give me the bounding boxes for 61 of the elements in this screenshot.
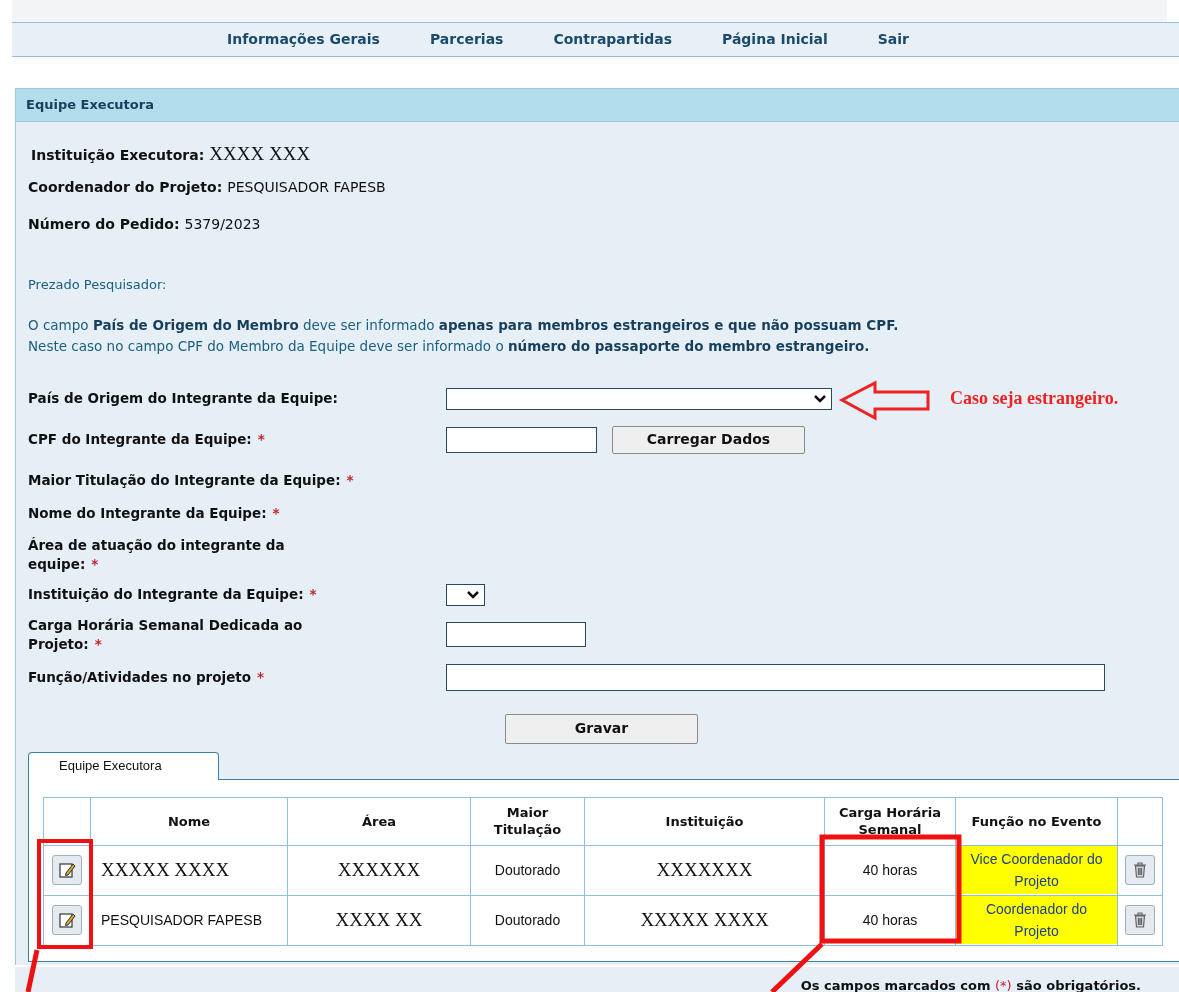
greeting-text: Prezado Pesquisador: [28,276,168,294]
field-label: Coordenador do Projeto: [28,178,223,197]
arrow-icon [838,380,930,421]
trash-icon [1131,911,1149,929]
column-header: Área [361,813,397,829]
field-value: PESQUISADOR FAPESB [227,178,386,197]
field-label: Número do Pedido: [28,215,180,234]
select-field[interactable] [446,583,485,606]
notice-text: Neste caso no campo CPF do Membro da Equipe deve ser informado o número do passaporte do membro estrangeiro. [28,336,871,356]
field-value: 5379/2023 [184,215,261,234]
table-cell: XXXX XX [335,908,423,930]
role-cell: Coordenador do Projeto [956,896,1117,944]
table-cell: 40 horas [862,861,918,878]
column-header: Carga Horária Semanal [839,805,941,837]
edit-button[interactable] [52,905,82,935]
notice-text: O campo País de Origem do Membro deve ser informado apenas para membros estrangeiros e que não possuam CPF. [28,315,900,335]
role-cell: Vice Coordenador do Projeto [956,846,1117,894]
table-cell: XXXXX XXXX [101,858,230,880]
column-header: Maior Titulação [493,805,562,837]
save-button[interactable]: Gravar [505,713,698,744]
column-header: Nome [167,813,211,829]
field-label: Instituição do Integrante da Equipe: * [28,585,318,604]
nav-link[interactable]: Informações Gerais [227,29,380,50]
input-field[interactable] [446,426,597,453]
field-label: Carga Horária Semanal Dedicada ao Projeto: * [28,615,304,654]
nav-link[interactable]: Sair [877,29,909,50]
table-cell: XXXXX XXXX [640,908,769,930]
select-field[interactable] [446,387,832,410]
table-cell: Doutorado [494,911,561,928]
field-label: Área de atuação do integrante da equipe: * [28,535,286,574]
edit-button[interactable] [52,855,82,885]
nav-link[interactable]: Contrapartidas [553,29,672,50]
delete-button[interactable] [1125,855,1155,885]
load-data-button[interactable]: Carregar Dados [612,425,805,454]
pencil-note-icon [58,911,76,929]
field-label: Maior Titulação do Integrante da Equipe: * [28,471,354,490]
table-cell: 40 horas [862,911,918,928]
input-field[interactable] [446,664,1105,691]
chevron-down-icon [466,589,480,600]
field-label: Nome do Integrante da Equipe: * [28,504,280,523]
table-cell: PESQUISADOR FAPESB [101,911,263,928]
field-label: País de Origem do Integrante da Equipe: [28,389,339,408]
field-label: Instituição Executora: [31,146,205,165]
column-header: Instituição [665,813,744,829]
tab[interactable]: Equipe Executora [28,751,219,780]
delete-button[interactable] [1125,905,1155,935]
input-field[interactable] [446,622,586,647]
trash-icon [1131,861,1149,879]
field-label: CPF do Integrante da Equipe: * [28,430,266,449]
column-header: Função no Evento [971,813,1102,829]
table-cell: XXXXXX [337,858,421,880]
pencil-note-icon [58,861,76,879]
field-value: XXXX XXX [209,142,311,166]
callout-text: Caso seja estrangeiro. [950,387,1119,410]
table-cell: Doutorado [494,861,561,878]
field-label: Função/Atividades no projeto * [28,668,266,687]
chevron-down-icon [813,393,827,404]
nav-link[interactable]: Parcerias [429,29,504,50]
table-cell: XXXXXXX [656,858,753,880]
panel-title: Equipe Executora [26,96,154,115]
nav-link[interactable]: Página Inicial [722,29,828,50]
